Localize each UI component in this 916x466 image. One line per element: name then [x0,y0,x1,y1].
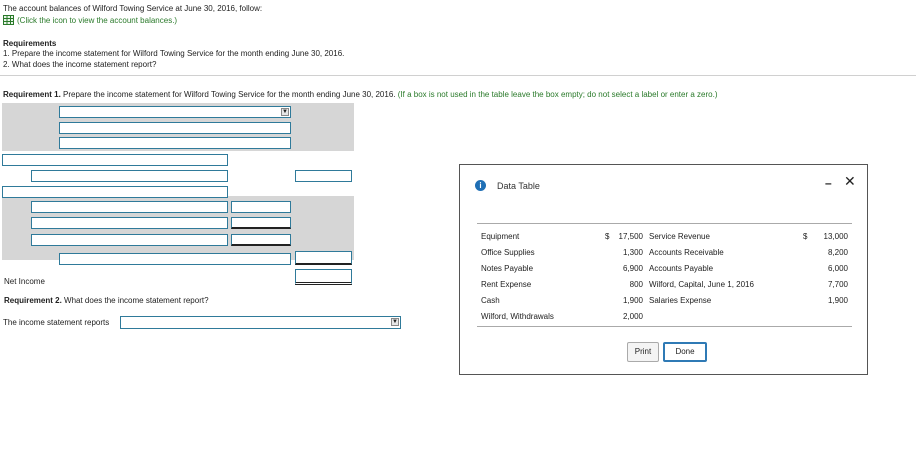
table-cell-left-val: 800 [629,280,643,289]
revenue-account-field[interactable] [31,170,228,182]
table-cell-right-name: Accounts Receivable [649,248,724,257]
dialog-title: Data Table [497,181,540,191]
table-cell-right-name: Salaries Expense [649,296,712,305]
requirement-1-instruction: Requirement 1. Prepare the income statem… [3,90,717,99]
statement-title-field[interactable] [59,122,291,134]
account-balances-table: Equipment $17,500 Service Revenue $13,000 Of… [477,223,852,327]
intro-text: The account balances of Wilford Towing S… [3,4,263,13]
expense-amount-field-3[interactable] [231,234,291,246]
table-cell-left-name: Equipment [481,232,520,241]
table-cell-left-val: 2,000 [622,312,643,321]
requirement-2-text: What does the income statement report? [61,296,209,305]
table-cell-right-val: 1,900 [827,296,848,305]
table-cell-left-name: Office Supplies [481,248,535,257]
chevron-down-icon: ▼ [281,108,289,116]
table-cell-right-name: Wilford, Capital, June 1, 2016 [649,280,754,289]
requirements-heading: Requirements [3,39,57,48]
table-cell-right-val: 6,000 [827,264,848,273]
net-income-amount-field[interactable] [295,269,352,285]
expense-amount-field-2[interactable] [231,217,291,229]
table-cell-left-val: 1,300 [622,248,643,257]
data-table-dialog: i Data Table – ✕ Equipment $17,500 Service… [459,164,868,375]
table-cell-left-name: Wilford, Withdrawals [481,312,554,321]
income-statement-reports-label: The income statement reports [3,318,110,327]
requirement-1-label: Requirement 1. [3,90,61,99]
table-cell-left-name: Notes Payable [481,264,534,273]
account-balances-link[interactable]: (Click the icon to view the account bala… [17,16,177,25]
expense-amount-field-1[interactable] [231,201,291,213]
table-cell-right-val: 13,000 [823,232,848,241]
close-icon[interactable]: ✕ [844,173,856,190]
table-cell-left-val: 17,500 [618,232,643,241]
requirement-item-2: 2. What does the income statement report… [3,60,157,69]
expenses-label-field[interactable] [2,186,228,198]
statement-date-field[interactable] [59,137,291,149]
expense-account-field-3[interactable] [31,234,228,246]
done-button[interactable]: Done [663,342,707,362]
revenue-amount-field[interactable] [295,170,352,182]
table-cell-right-name: Service Revenue [649,232,710,241]
table-icon[interactable] [3,15,14,25]
table-cell-right-name: Accounts Payable [649,264,714,273]
chevron-down-icon: ▼ [391,318,399,326]
table-cell-left-val: 6,900 [622,264,643,273]
requirement-1-note: (If a box is not used in the table leave… [397,90,718,99]
table-cell-left-name: Rent Expense [481,280,532,289]
company-name-dropdown[interactable]: ▼ [59,106,291,118]
requirement-item-1: 1. Prepare the income statement for Wilf… [3,49,345,58]
expense-account-field-2[interactable] [31,217,228,229]
table-cell-left-name: Cash [481,296,500,305]
print-button[interactable]: Print [627,342,659,362]
requirement-1-text: Prepare the income statement for Wilford… [60,90,396,99]
divider [0,75,916,76]
income-statement-reports-dropdown[interactable]: ▼ [120,316,401,329]
net-income-label: Net Income [4,277,45,286]
total-expenses-amount-field[interactable] [295,251,352,265]
minimize-icon[interactable]: – [825,176,832,190]
total-expenses-label-field[interactable] [59,253,291,265]
revenues-label-field[interactable] [2,154,228,166]
table-cell-left-val: 1,900 [622,296,643,305]
table-cell-right-val: 7,700 [827,280,848,289]
info-icon: i [475,180,486,191]
table-cell-right-val: 8,200 [827,248,848,257]
expense-account-field-1[interactable] [31,201,228,213]
requirement-2-label: Requirement 2. [4,296,62,305]
requirement-2-instruction: Requirement 2. What does the income stat… [4,296,209,305]
